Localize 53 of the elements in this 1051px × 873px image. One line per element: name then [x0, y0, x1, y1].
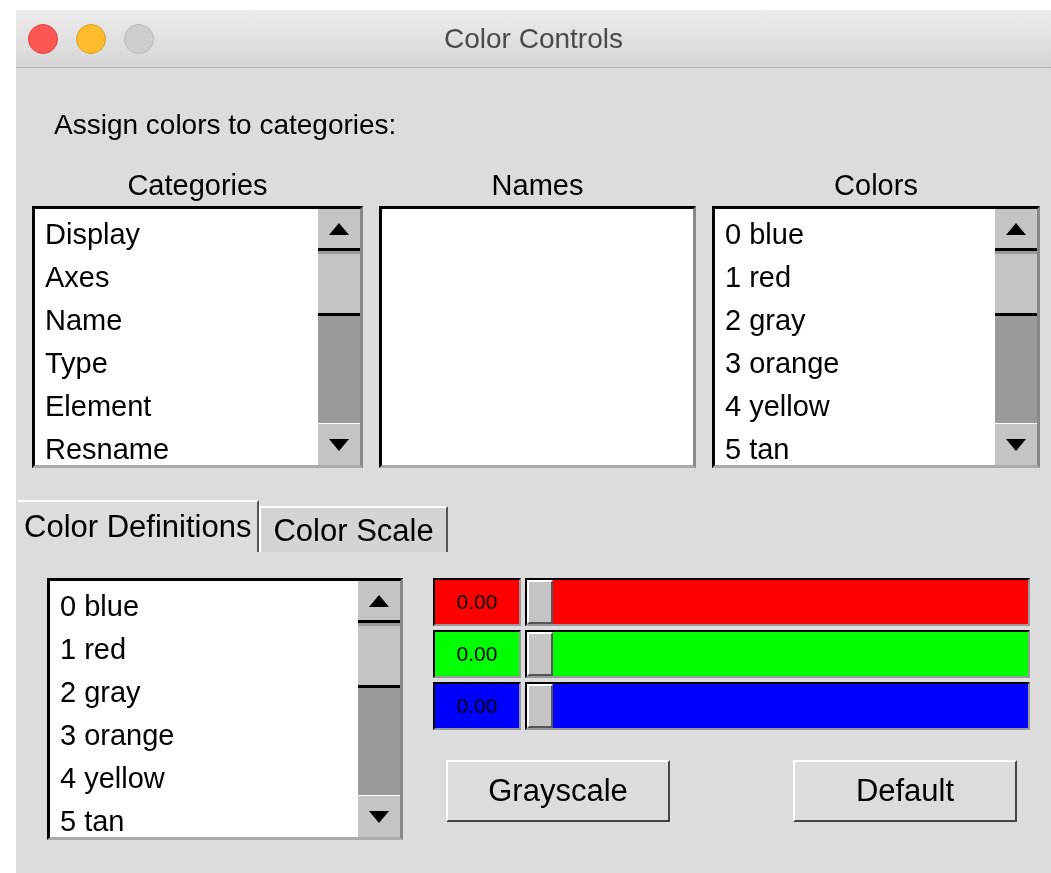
list-box[interactable]: 0 blue 1 red 2 gray 3 orange 4 yellow 5 tan [712, 206, 1040, 468]
scrollbar[interactable] [358, 581, 400, 837]
scroll-up-icon[interactable] [995, 209, 1037, 251]
list-box[interactable]: 0 blue 1 red 2 gray 3 orange 4 yellow 5 tan [47, 578, 403, 840]
action-button[interactable]: Default [793, 760, 1017, 822]
slider-thumb[interactable] [527, 580, 553, 624]
list-item[interactable]: 3 orange [725, 342, 840, 385]
list-item[interactable]: 3 orange [60, 714, 175, 757]
value-readout: 0.00 [433, 578, 521, 626]
list-item[interactable]: Name [45, 299, 123, 342]
list-item[interactable]: 2 gray [725, 299, 806, 342]
value-readout: 0.00 [433, 682, 521, 730]
list-item[interactable]: 0 blue [725, 213, 804, 256]
value-readout: 0.00 [433, 630, 521, 678]
list-header: Names [491, 168, 584, 202]
slider-track[interactable] [525, 630, 1030, 678]
list-item[interactable]: 1 red [725, 256, 792, 299]
tab[interactable]: Color Scale [259, 506, 448, 552]
list-box[interactable]: Display Axes Name Type Element Resname [32, 206, 363, 468]
list-item[interactable]: 5 tan [725, 428, 790, 465]
list-header: Colors [834, 168, 918, 202]
scrollbar[interactable] [318, 209, 360, 465]
scroll-thumb[interactable] [358, 626, 400, 688]
window-title: Color Controls [444, 21, 623, 56]
list-item[interactable]: 4 yellow [60, 757, 165, 800]
scroll-down-icon[interactable] [318, 423, 360, 465]
list-item[interactable]: Display [45, 213, 141, 256]
close-icon[interactable] [28, 23, 58, 54]
slider-thumb[interactable] [527, 632, 553, 676]
list-box[interactable] [379, 206, 696, 468]
list-item[interactable]: 2 gray [60, 671, 141, 714]
scroll-thumb[interactable] [318, 254, 360, 316]
list-item[interactable]: Axes [45, 256, 110, 299]
slider-thumb[interactable] [527, 684, 553, 728]
list-item[interactable]: Resname [45, 428, 170, 465]
list-item[interactable]: Type [45, 342, 108, 385]
tab[interactable]: Color Definitions [18, 500, 260, 552]
scroll-up-icon[interactable] [318, 209, 360, 251]
instruction-text: Assign colors to categories: [54, 108, 397, 142]
action-button[interactable]: Grayscale [446, 760, 670, 822]
slider-track[interactable] [525, 682, 1030, 730]
list-item[interactable]: 5 tan [60, 800, 125, 837]
scroll-thumb[interactable] [995, 254, 1037, 316]
list-item[interactable]: 0 blue [60, 585, 139, 628]
slider-track[interactable] [525, 578, 1030, 626]
scroll-down-icon[interactable] [358, 795, 400, 837]
list-item[interactable]: 4 yellow [725, 385, 830, 428]
scrollbar[interactable] [995, 209, 1037, 465]
list-item[interactable]: Element [45, 385, 152, 428]
list-item[interactable]: 1 red [60, 628, 127, 671]
list-header: Categories [127, 168, 268, 202]
scroll-up-icon[interactable] [358, 581, 400, 623]
scroll-down-icon[interactable] [995, 423, 1037, 465]
